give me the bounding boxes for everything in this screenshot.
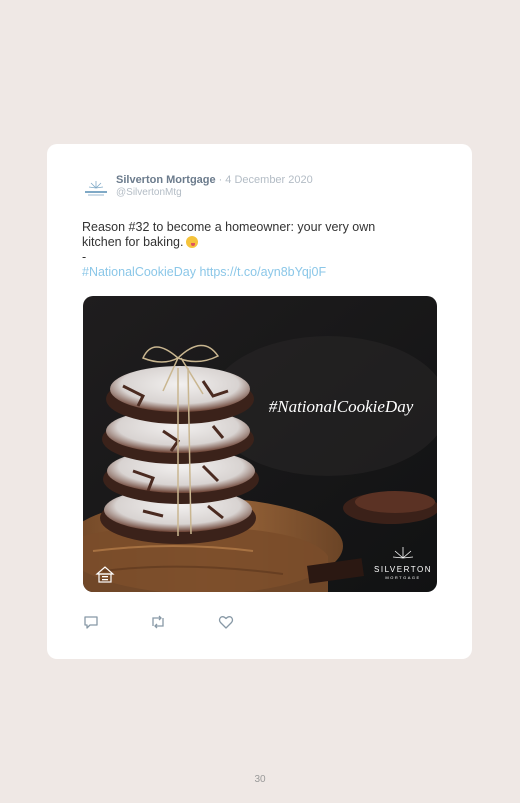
logo-subtext: MORTGAGE: [385, 575, 420, 580]
logo-wordmark: SILVERTON: [374, 565, 432, 574]
hashtag-link[interactable]: #NationalCookieDay: [82, 265, 196, 279]
reply-icon[interactable]: [83, 614, 101, 632]
tweet-text-line-2-text: kitchen for baking.: [82, 235, 184, 249]
tweet-date[interactable]: 4 December 2020: [225, 174, 312, 186]
retweet-icon[interactable]: [149, 614, 167, 632]
cookie-stack: [100, 366, 259, 544]
overlay-hashtag-text: #NationalCookieDay: [269, 397, 414, 416]
tweet-text-line-2: kitchen for baking.: [82, 235, 432, 250]
tweet-text: Reason #32 to become a homeowner: your v…: [82, 220, 432, 280]
separator-dot: ·: [218, 174, 223, 186]
like-icon[interactable]: [218, 614, 236, 632]
tweet-card: Silverton Mortgage · 4 December 2020 @Silv…: [47, 144, 472, 659]
author-name[interactable]: Silverton Mortgage: [116, 174, 216, 186]
tweet-header: Silverton Mortgage · 4 December 2020 @Silv…: [82, 172, 442, 202]
silverton-logo-avatar[interactable]: [82, 178, 110, 202]
tweet-image[interactable]: #NationalCookieDay SILVERTON MORTGAGE: [83, 296, 437, 592]
url-link[interactable]: https://t.co/ayn8bYqj0F: [199, 265, 326, 279]
face-savoring-food-emoji: [186, 236, 199, 248]
tweet-links-line: #NationalCookieDay https://t.co/ayn8bYqj…: [82, 265, 432, 280]
author-handle[interactable]: @SilvertonMtg: [116, 187, 182, 198]
tweet-name-line: Silverton Mortgage · 4 December 2020: [116, 174, 313, 186]
tweet-text-line-1: Reason #32 to become a homeowner: your v…: [82, 220, 376, 234]
tweet-dash: -: [82, 250, 87, 264]
tweet-actions: [83, 614, 283, 632]
page-number: 30: [254, 774, 266, 785]
